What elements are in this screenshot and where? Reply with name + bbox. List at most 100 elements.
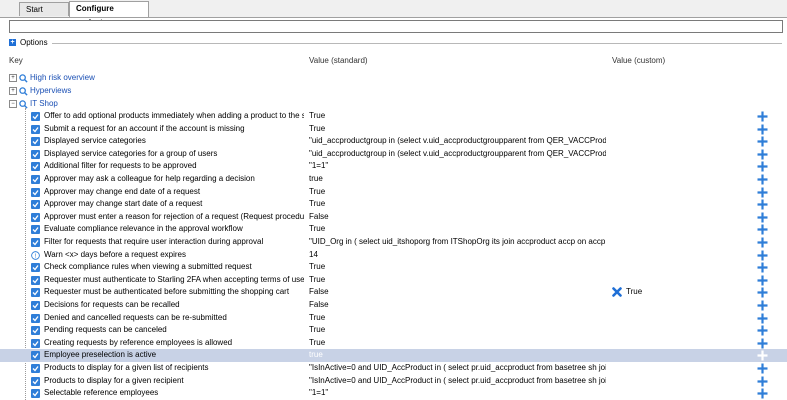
tab-configure-project[interactable]: Configure project <box>69 1 149 27</box>
expand-icon[interactable]: + <box>9 87 17 95</box>
add-custom-value-icon[interactable] <box>757 388 768 399</box>
checkbox-icon[interactable] <box>31 288 40 298</box>
add-custom-value-icon[interactable] <box>757 300 768 311</box>
option-row[interactable]: Approver must enter a reason for rejecti… <box>0 211 787 224</box>
add-custom-value-icon[interactable] <box>757 313 768 324</box>
add-custom-value-icon[interactable] <box>757 149 768 160</box>
options-label: Options <box>20 38 48 47</box>
expand-icon[interactable]: + <box>9 74 17 82</box>
checkbox-icon[interactable] <box>31 301 40 310</box>
tree-group[interactable]: + Hyperviews <box>9 85 71 97</box>
option-row[interactable]: Displayed service categories "uid_accprod… <box>0 135 787 148</box>
checkbox-icon[interactable] <box>31 376 40 386</box>
column-header-key[interactable]: Key <box>9 56 23 66</box>
add-custom-value-icon[interactable] <box>757 212 768 223</box>
checkbox-icon[interactable] <box>31 364 40 373</box>
tab-bar: Start page Configure project <box>0 0 787 28</box>
column-header-custom[interactable]: Value (custom) <box>612 56 665 66</box>
checkbox-icon[interactable] <box>31 200 40 210</box>
add-custom-value-icon[interactable] <box>757 275 768 286</box>
tree-group-label: IT Shop <box>30 99 58 108</box>
options-header[interactable]: + Options <box>9 38 48 48</box>
option-row[interactable]: Selectable reference employees "1=1" <box>0 387 787 400</box>
option-label: Approver may change start date of a requ… <box>44 199 203 209</box>
add-custom-value-icon[interactable] <box>757 111 768 122</box>
checkbox-icon[interactable] <box>31 313 40 323</box>
add-custom-value-icon[interactable] <box>757 325 768 336</box>
checkbox-icon[interactable] <box>31 187 40 197</box>
option-label: Approver may change end date of a reques… <box>44 186 201 196</box>
option-row[interactable]: Employee preselection is active true <box>0 349 787 362</box>
add-custom-value-icon[interactable] <box>757 187 768 198</box>
add-custom-value-icon[interactable] <box>757 338 768 349</box>
standard-value: True <box>309 312 326 322</box>
option-row[interactable]: Approver may change end date of a reques… <box>0 186 787 199</box>
option-row[interactable]: Products to display for a given list of … <box>0 362 787 375</box>
option-row[interactable]: Displayed service categories for a group… <box>0 148 787 161</box>
option-row[interactable]: Approver may change start date of a requ… <box>0 198 787 211</box>
option-row[interactable]: Pending requests can be canceled True <box>0 324 787 337</box>
checkbox-icon[interactable] <box>31 326 40 336</box>
checkbox-icon[interactable] <box>31 351 40 361</box>
option-row[interactable]: Creating requests by reference employees… <box>0 337 787 350</box>
tree-group[interactable]: − IT Shop <box>9 98 58 110</box>
checkbox-icon[interactable] <box>31 225 40 235</box>
add-custom-value-icon[interactable] <box>757 136 768 147</box>
option-row[interactable]: Products to display for a given recipien… <box>0 375 787 388</box>
checkbox-icon[interactable] <box>31 112 40 121</box>
add-custom-value-icon[interactable] <box>757 237 768 248</box>
checkbox-icon[interactable] <box>31 175 40 184</box>
option-label: Submit a request for an account if the a… <box>44 123 245 133</box>
add-custom-value-icon[interactable] <box>757 250 768 261</box>
checkbox-icon[interactable] <box>31 162 40 172</box>
warning-icon: ! <box>31 250 40 259</box>
remove-custom-value-icon[interactable] <box>612 287 622 298</box>
checkbox-icon[interactable] <box>31 389 40 399</box>
tree-group[interactable]: + High risk overview <box>9 72 95 84</box>
option-label: Employee preselection is active <box>44 350 157 360</box>
add-custom-value-icon[interactable] <box>757 350 768 361</box>
svg-text:!: ! <box>35 252 37 259</box>
standard-value: "1=1" <box>309 161 329 171</box>
checkbox-icon[interactable] <box>31 137 40 147</box>
option-row[interactable]: Offer to add optional products immediate… <box>0 110 787 123</box>
search-input[interactable] <box>9 20 783 33</box>
option-label: Approver may ask a colleague for help re… <box>44 174 255 183</box>
option-row[interactable]: Denied and cancelled requests can be re-… <box>0 312 787 325</box>
option-row[interactable]: Submit a request for an account if the a… <box>0 123 787 136</box>
add-custom-value-icon[interactable] <box>757 287 768 298</box>
checkbox-icon[interactable] <box>31 338 40 348</box>
option-row[interactable]: Approver may ask a colleague for help re… <box>0 173 787 186</box>
option-label: Displayed service categories <box>44 136 146 146</box>
option-row[interactable]: Requester must authenticate to Starling … <box>0 274 787 287</box>
checkbox-icon[interactable] <box>31 238 40 247</box>
option-label: Offer to add optional products immediate… <box>44 111 304 120</box>
tab-start-page[interactable]: Start page <box>19 2 69 28</box>
checkbox-icon[interactable] <box>31 212 40 222</box>
option-row[interactable]: Check compliance rules when viewing a su… <box>0 261 787 274</box>
add-custom-value-icon[interactable] <box>757 124 768 135</box>
add-custom-value-icon[interactable] <box>757 199 768 210</box>
checkbox-icon[interactable] <box>31 149 40 159</box>
collapse-icon[interactable]: − <box>9 100 17 108</box>
add-custom-value-icon[interactable] <box>757 161 768 172</box>
option-row[interactable]: Additional filter for requests to be app… <box>0 160 787 173</box>
add-custom-value-icon[interactable] <box>757 363 768 374</box>
option-row[interactable]: Requester must be authenticated before s… <box>0 286 787 299</box>
checkbox-icon[interactable] <box>31 275 40 285</box>
column-header-standard[interactable]: Value (standard) <box>309 56 368 66</box>
option-row[interactable]: ! Warn <x> days before a request expires 1… <box>0 249 787 262</box>
checkbox-icon[interactable] <box>31 124 40 134</box>
custom-value: True <box>626 287 643 297</box>
option-row[interactable]: Filter for requests that require user in… <box>0 236 787 249</box>
custom-value-cell[interactable]: True <box>612 286 732 299</box>
standard-value: True <box>309 262 326 272</box>
option-row[interactable]: Decisions for requests can be recalled Fa… <box>0 299 787 312</box>
option-row[interactable]: Evaluate compliance relevance in the app… <box>0 223 787 236</box>
add-custom-value-icon[interactable] <box>757 224 768 235</box>
expand-options-icon[interactable]: + <box>9 39 16 47</box>
checkbox-icon[interactable] <box>31 263 40 273</box>
add-custom-value-icon[interactable] <box>757 174 768 185</box>
add-custom-value-icon[interactable] <box>757 262 768 273</box>
add-custom-value-icon[interactable] <box>757 376 768 387</box>
